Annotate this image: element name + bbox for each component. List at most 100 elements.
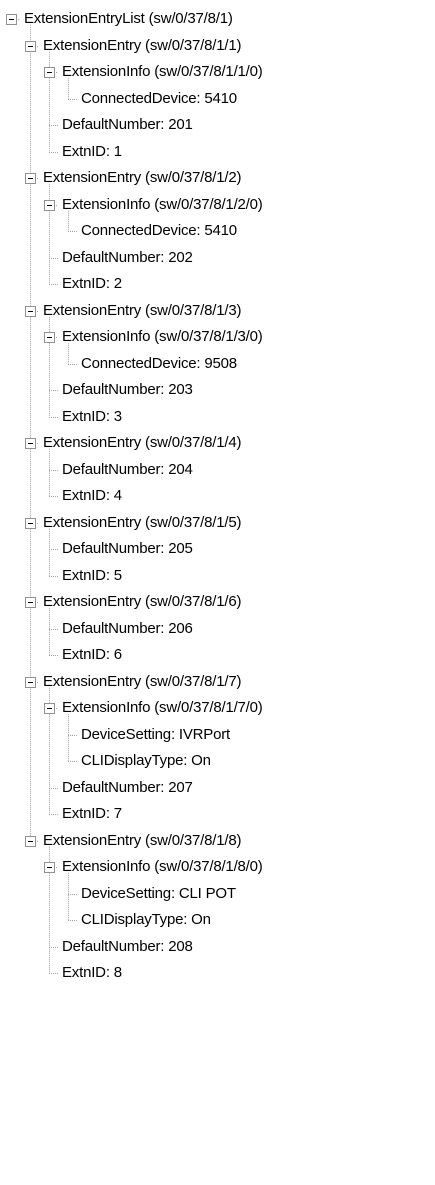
tree-node-label[interactable]: DefaultNumber: 208 <box>60 934 195 960</box>
tree-node-label[interactable]: DefaultNumber: 207 <box>60 775 195 801</box>
tree-node[interactable]: DefaultNumber: 204 <box>60 457 195 483</box>
tree-node-label[interactable]: ExtensionEntry (sw/0/37/8/1/7) <box>41 669 243 695</box>
minus-icon <box>28 602 33 603</box>
tree-node-label[interactable]: ExtnID: 2 <box>60 271 124 297</box>
tree-node-label[interactable]: ExtensionInfo (sw/0/37/8/1/1/0) <box>60 59 265 85</box>
collapse-toggle-icon[interactable] <box>25 173 36 184</box>
minus-icon <box>28 46 33 47</box>
collapse-toggle-icon[interactable] <box>25 518 36 529</box>
tree-node[interactable]: DefaultNumber: 205 <box>60 536 195 562</box>
tree-node[interactable]: DeviceSetting: CLI POT <box>79 881 238 907</box>
tree-node-label[interactable]: DefaultNumber: 201 <box>60 112 195 138</box>
tree-node-label[interactable]: ExtensionInfo (sw/0/37/8/1/2/0) <box>60 192 265 218</box>
minus-icon <box>28 178 33 179</box>
tree-node-label[interactable]: ExtensionEntry (sw/0/37/8/1/4) <box>41 430 243 456</box>
collapse-toggle-icon[interactable] <box>25 306 36 317</box>
tree-node[interactable]: ExtensionEntry (sw/0/37/8/1/3) <box>41 298 243 324</box>
tree-node[interactable]: ExtensionEntry (sw/0/37/8/1/2) <box>41 165 243 191</box>
tree-node[interactable]: ExtnID: 2 <box>60 271 124 297</box>
collapse-toggle-icon[interactable] <box>6 14 17 25</box>
tree-node[interactable]: DeviceSetting: IVRPort <box>79 722 232 748</box>
tree-node[interactable]: ExtensionEntry (sw/0/37/8/1/6) <box>41 589 243 615</box>
collapse-toggle-icon[interactable] <box>25 677 36 688</box>
minus-icon <box>9 19 14 20</box>
tree-node-label[interactable]: ExtensionInfo (sw/0/37/8/1/7/0) <box>60 695 265 721</box>
tree-node[interactable]: ExtensionInfo (sw/0/37/8/1/8/0) <box>60 854 265 880</box>
tree-node-label[interactable]: ExtensionEntryList (sw/0/37/8/1) <box>22 6 235 32</box>
minus-icon <box>47 205 52 206</box>
tree-node[interactable]: ExtensionEntry (sw/0/37/8/1/5) <box>41 510 243 536</box>
tree-node[interactable]: CLIDisplayType: On <box>79 748 213 774</box>
tree-node[interactable]: CLIDisplayType: On <box>79 907 213 933</box>
tree-node[interactable]: DefaultNumber: 201 <box>60 112 195 138</box>
tree-node-label[interactable]: ExtnID: 1 <box>60 139 124 165</box>
tree-node[interactable]: ExtnID: 4 <box>60 483 124 509</box>
tree-node-label[interactable]: DeviceSetting: IVRPort <box>79 722 232 748</box>
tree-node-label[interactable]: ExtensionEntry (sw/0/37/8/1/6) <box>41 589 243 615</box>
tree-node-label[interactable]: CLIDisplayType: On <box>79 748 213 774</box>
minus-icon <box>47 867 52 868</box>
collapse-toggle-icon[interactable] <box>25 41 36 52</box>
tree-node[interactable]: ExtnID: 8 <box>60 960 124 986</box>
tree-node-label[interactable]: ExtensionEntry (sw/0/37/8/1/3) <box>41 298 243 324</box>
tree-node[interactable]: DefaultNumber: 208 <box>60 934 195 960</box>
tree-node[interactable]: ExtnID: 3 <box>60 404 124 430</box>
tree-node-label[interactable]: ConnectedDevice: 5410 <box>79 86 239 112</box>
tree-node-label[interactable]: CLIDisplayType: On <box>79 907 213 933</box>
tree-node[interactable]: ExtensionEntry (sw/0/37/8/1/4) <box>41 430 243 456</box>
tree-node[interactable]: ExtensionEntryList (sw/0/37/8/1) <box>22 6 235 32</box>
tree-node-label[interactable]: ConnectedDevice: 5410 <box>79 218 239 244</box>
tree-node-label[interactable]: DefaultNumber: 205 <box>60 536 195 562</box>
tree-node-label[interactable]: DefaultNumber: 206 <box>60 616 195 642</box>
tree-node-label[interactable]: DefaultNumber: 204 <box>60 457 195 483</box>
collapse-toggle-icon[interactable] <box>44 200 55 211</box>
tree-node-label[interactable]: ExtensionEntry (sw/0/37/8/1/1) <box>41 33 243 59</box>
tree-node[interactable]: ConnectedDevice: 9508 <box>79 351 239 377</box>
collapse-toggle-icon[interactable] <box>44 703 55 714</box>
tree-node-label[interactable]: ExtensionEntry (sw/0/37/8/1/2) <box>41 165 243 191</box>
minus-icon <box>28 523 33 524</box>
tree-node[interactable]: ExtensionInfo (sw/0/37/8/1/7/0) <box>60 695 265 721</box>
collapse-toggle-icon[interactable] <box>44 332 55 343</box>
minus-icon <box>28 311 33 312</box>
tree-node[interactable]: DefaultNumber: 207 <box>60 775 195 801</box>
collapse-toggle-icon[interactable] <box>44 67 55 78</box>
tree-node-label[interactable]: DeviceSetting: CLI POT <box>79 881 238 907</box>
tree-node-label[interactable]: ExtensionEntry (sw/0/37/8/1/5) <box>41 510 243 536</box>
tree-node-label[interactable]: ExtensionInfo (sw/0/37/8/1/3/0) <box>60 324 265 350</box>
tree-node[interactable]: ExtensionInfo (sw/0/37/8/1/3/0) <box>60 324 265 350</box>
tree-node[interactable]: ExtnID: 1 <box>60 139 124 165</box>
minus-icon <box>47 337 52 338</box>
tree-node-label[interactable]: ExtensionEntry (sw/0/37/8/1/8) <box>41 828 243 854</box>
tree-node-label[interactable]: DefaultNumber: 203 <box>60 377 195 403</box>
collapse-toggle-icon[interactable] <box>25 438 36 449</box>
tree-node-label[interactable]: ExtnID: 5 <box>60 563 124 589</box>
tree-node-label[interactable]: DefaultNumber: 202 <box>60 245 195 271</box>
tree-node-label[interactable]: ExtnID: 6 <box>60 642 124 668</box>
tree-node[interactable]: ExtnID: 5 <box>60 563 124 589</box>
tree-view[interactable]: ExtensionEntryList (sw/0/37/8/1) Extensio… <box>0 0 435 1185</box>
tree-node[interactable]: ExtnID: 7 <box>60 801 124 827</box>
tree-node[interactable]: DefaultNumber: 202 <box>60 245 195 271</box>
tree-node-label[interactable]: ExtensionInfo (sw/0/37/8/1/8/0) <box>60 854 265 880</box>
tree-node[interactable]: ExtensionInfo (sw/0/37/8/1/1/0) <box>60 59 265 85</box>
tree-node[interactable]: ConnectedDevice: 5410 <box>79 86 239 112</box>
tree-node[interactable]: ExtensionEntry (sw/0/37/8/1/7) <box>41 669 243 695</box>
collapse-toggle-icon[interactable] <box>25 597 36 608</box>
minus-icon <box>28 443 33 444</box>
tree-node[interactable]: DefaultNumber: 203 <box>60 377 195 403</box>
tree-node-label[interactable]: ConnectedDevice: 9508 <box>79 351 239 377</box>
tree-node[interactable]: ExtensionEntry (sw/0/37/8/1/1) <box>41 33 243 59</box>
collapse-toggle-icon[interactable] <box>25 836 36 847</box>
tree-node-label[interactable]: ExtnID: 4 <box>60 483 124 509</box>
tree-node[interactable]: ConnectedDevice: 5410 <box>79 218 239 244</box>
tree-node[interactable]: ExtensionInfo (sw/0/37/8/1/2/0) <box>60 192 265 218</box>
tree-node[interactable]: DefaultNumber: 206 <box>60 616 195 642</box>
collapse-toggle-icon[interactable] <box>44 862 55 873</box>
tree-node-label[interactable]: ExtnID: 3 <box>60 404 124 430</box>
minus-icon <box>28 841 33 842</box>
tree-node[interactable]: ExtensionEntry (sw/0/37/8/1/8) <box>41 828 243 854</box>
tree-node-label[interactable]: ExtnID: 8 <box>60 960 124 986</box>
tree-node-label[interactable]: ExtnID: 7 <box>60 801 124 827</box>
tree-node[interactable]: ExtnID: 6 <box>60 642 124 668</box>
